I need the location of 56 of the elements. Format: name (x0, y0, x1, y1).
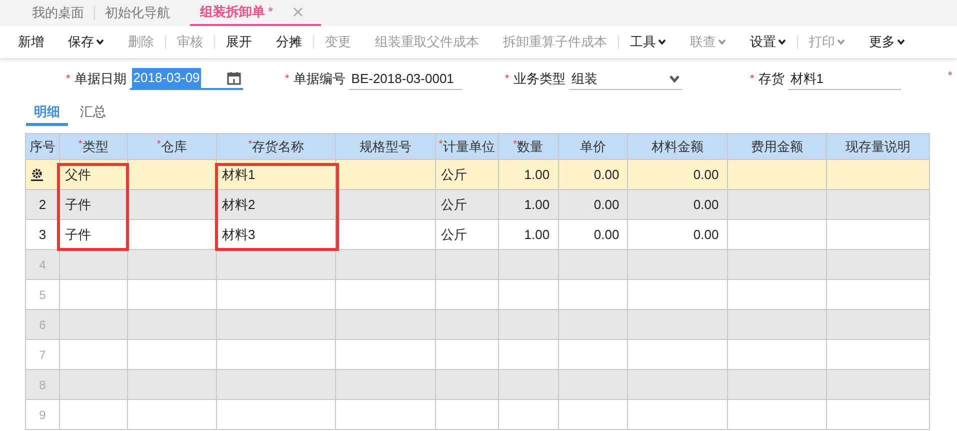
tab[interactable]: 初始化导航 (95, 0, 180, 26)
caret-icon (658, 39, 666, 45)
toolbar-button[interactable]: 更多 (863, 30, 911, 54)
required-mark: * (66, 72, 70, 87)
tab[interactable]: 明细 (26, 100, 68, 126)
tab[interactable]: 汇总 (72, 100, 114, 126)
column-title: 数量 (517, 138, 544, 154)
toolbar-button[interactable]: 新增 (12, 30, 50, 54)
toolbar-button[interactable]: 工具 (624, 30, 672, 54)
caret-icon (837, 39, 845, 45)
column-title: 存货名称 (252, 138, 304, 154)
input-field[interactable]: BE-2018-03-0001 (349, 68, 462, 90)
column-title: 费用金额 (751, 138, 803, 154)
column-title: 计量单位 (442, 138, 495, 154)
row-number: 9 (26, 400, 60, 430)
modified-mark: * (268, 3, 274, 22)
table-row[interactable]: 9 (26, 400, 930, 430)
column-title: 序号 (29, 138, 56, 154)
field-label: 单据编号 (293, 70, 346, 88)
caret-icon (96, 39, 104, 45)
caret-icon (778, 39, 786, 45)
caret-icon (897, 39, 905, 45)
toolbar-button[interactable]: 展开 (220, 30, 258, 54)
tab[interactable]: 我的桌面 (22, 0, 94, 26)
toolbar-button[interactable]: 保存 (62, 30, 110, 54)
toolbar-button[interactable]: 分摊 (270, 30, 308, 54)
chevron-down-icon (669, 74, 680, 82)
column-title: 类型 (82, 138, 108, 154)
field-label: 业务类型 (513, 70, 566, 88)
toolbar-button[interactable]: 设置 (744, 30, 792, 54)
field-label: 存货 (758, 70, 784, 88)
column-title: 材料金额 (651, 138, 704, 154)
required-mark: * (948, 69, 952, 84)
required-mark: * (438, 138, 443, 150)
column-title: 仓库 (160, 138, 187, 154)
table-row[interactable]: 2 子件 材料2 公斤 1.00 0.00 0.00 (26, 190, 930, 220)
required-mark: * (156, 138, 161, 150)
table-row[interactable]: 3 子件 材料3 公斤 1.00 0.00 0.00 (26, 220, 930, 250)
caret-icon (718, 39, 726, 45)
required-mark: * (505, 72, 510, 87)
table-row[interactable]: 7 (26, 340, 930, 370)
calendar-icon[interactable] (227, 71, 242, 85)
field-label: 单据日期 (74, 70, 126, 88)
required-mark: * (285, 72, 290, 87)
gear-icon[interactable] (31, 168, 43, 181)
select-field[interactable]: 组装 (569, 68, 682, 90)
column-title: 单价 (580, 138, 606, 154)
column-title: 现存量说明 (846, 138, 911, 154)
required-mark: * (78, 138, 82, 150)
required-mark: * (248, 138, 252, 150)
required-mark: * (750, 72, 754, 87)
table-row[interactable]: 5 (26, 280, 930, 310)
input-field[interactable]: 材料1 (788, 68, 902, 90)
column-title: 规格型号 (360, 138, 412, 154)
table-row[interactable]: 父件 材料1 公斤 1.00 0.00 0.00 (26, 160, 930, 190)
required-mark: * (513, 138, 518, 150)
